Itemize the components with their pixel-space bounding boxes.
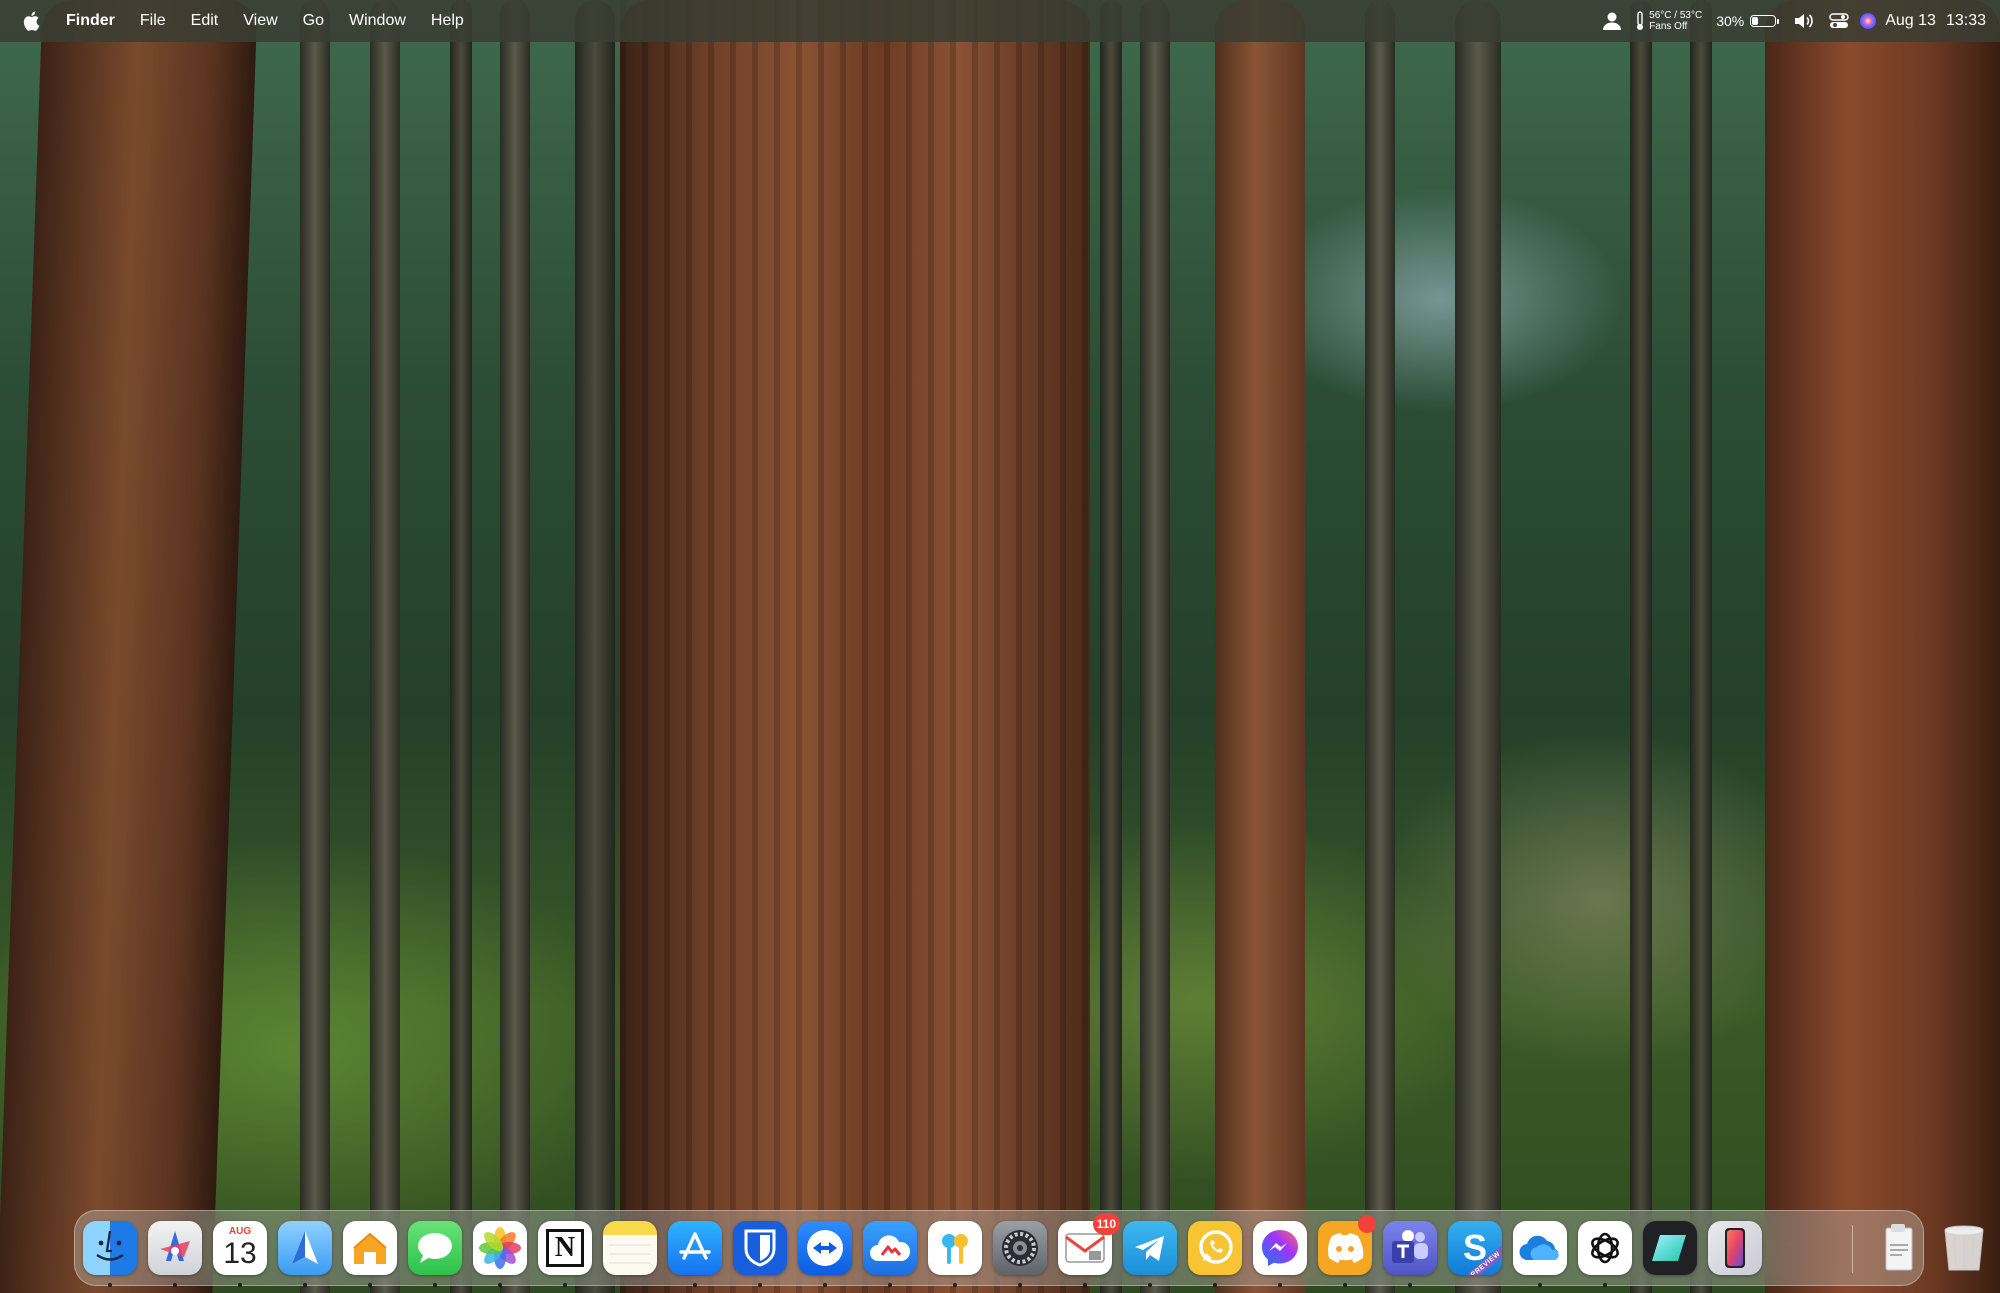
dock-home[interactable] [343, 1221, 397, 1287]
passwords-icon [942, 1234, 968, 1264]
desktop-wallpaper [0, 0, 2000, 1293]
dock-downloads-stack[interactable] [1872, 1221, 1926, 1275]
menu-help[interactable]: Help [431, 12, 464, 30]
user-silhouette-icon[interactable] [1601, 11, 1623, 31]
teams-icon [1392, 1230, 1428, 1263]
menu-app-name[interactable]: Finder [66, 12, 115, 30]
messenger-icon [1262, 1230, 1298, 1266]
battery-percent[interactable]: 30% [1716, 13, 1744, 29]
bitwarden-icon [744, 1229, 776, 1267]
wallpaper-tree [1100, 0, 1122, 1293]
dock-whatsapp[interactable] [1188, 1221, 1242, 1287]
thermometer-icon[interactable] [1635, 11, 1645, 31]
wallpaper-tree [575, 0, 615, 1293]
notion-icon: N [546, 1229, 584, 1267]
dock-messenger[interactable] [1253, 1221, 1307, 1287]
dock-passwords[interactable] [928, 1221, 982, 1287]
control-center-icon[interactable] [1829, 13, 1849, 29]
maps-icon [292, 1231, 318, 1264]
menu-time[interactable]: 13:33 [1946, 12, 1986, 30]
notes-icon [609, 1244, 651, 1264]
creative-cloud-icon [870, 1235, 911, 1261]
menu-date[interactable]: Aug 13 [1885, 12, 1936, 30]
menu-go[interactable]: Go [303, 12, 324, 30]
wallpaper-tree [500, 0, 530, 1293]
downloads-stack-icon [1885, 1224, 1913, 1271]
fan-status: Fans Off [1649, 21, 1688, 32]
notion-glyph: N [554, 1232, 576, 1263]
apple-menu-icon[interactable] [22, 11, 40, 31]
dock-launchpad[interactable] [148, 1221, 202, 1287]
wallpaper-tree [370, 0, 400, 1293]
wallpaper-tree [1690, 0, 1712, 1293]
onedrive-icon [1519, 1235, 1559, 1261]
launchpad-icon [160, 1231, 190, 1261]
dock-teamviewer[interactable] [798, 1221, 852, 1287]
photos-icon [479, 1227, 521, 1269]
wallpaper-tree-right [1765, 0, 2000, 1293]
trash-icon [1944, 1225, 1984, 1271]
wallpaper-tree-center [620, 0, 1090, 1293]
wallpaper-tree [450, 0, 472, 1293]
temperature-readout[interactable]: 56°C / 53°C Fans Off [1649, 10, 1702, 32]
mail-unread-badge: 110 [1092, 1213, 1120, 1235]
dock-trash[interactable] [1937, 1221, 1991, 1275]
dock-mail[interactable]: 110 [1058, 1213, 1120, 1287]
discord-icon [1328, 1233, 1364, 1263]
temperature-values: 56°C / 53°C [1649, 10, 1703, 21]
whatsapp-icon [1199, 1230, 1233, 1264]
wallpaper-tree [1140, 0, 1170, 1293]
teamviewer-icon [807, 1230, 843, 1266]
battery-icon[interactable] [1750, 15, 1780, 27]
wallpaper-tree-left [0, 0, 258, 1293]
dock-onedrive[interactable] [1513, 1221, 1567, 1287]
mail-icon [1065, 1233, 1105, 1263]
discord-notification-badge [1358, 1215, 1376, 1233]
dock-finder[interactable] [83, 1221, 137, 1287]
dock-microsoft-teams[interactable] [1383, 1221, 1437, 1287]
wallpaper-tree [1215, 0, 1305, 1293]
app-store-icon [679, 1232, 711, 1260]
dock-messages[interactable] [408, 1221, 462, 1287]
dock-linear[interactable] [1643, 1221, 1697, 1275]
menu-window[interactable]: Window [349, 12, 406, 30]
dock-telegram[interactable] [1123, 1221, 1177, 1287]
dock-maps[interactable] [278, 1221, 332, 1287]
dock-calendar[interactable]: AUG 13 [213, 1221, 267, 1287]
home-icon [353, 1232, 387, 1264]
dock: AUG 13 N 110 S PREVIEW [74, 1210, 1984, 1287]
menu-file[interactable]: File [140, 12, 166, 30]
linear-icon [1652, 1235, 1686, 1261]
system-settings-icon [1002, 1230, 1038, 1266]
wallpaper-tree [1455, 0, 1501, 1293]
menu-bar: Finder File Edit View Go Window Help 56°… [0, 0, 2000, 42]
wallpaper-tree [1630, 0, 1652, 1293]
calendar-icon: AUG 13 [223, 1226, 256, 1270]
dock-notion[interactable]: N [538, 1221, 592, 1287]
dock-chatgpt[interactable] [1578, 1221, 1632, 1287]
volume-icon[interactable] [1793, 12, 1815, 30]
wallpaper-tree [1365, 0, 1395, 1293]
messages-icon [418, 1233, 452, 1263]
chatgpt-icon [1591, 1232, 1619, 1264]
dock-bitwarden[interactable] [733, 1221, 787, 1287]
iphone-mirroring-icon [1725, 1228, 1745, 1268]
dock-skype-preview[interactable]: S PREVIEW [1448, 1221, 1502, 1275]
dock-notes[interactable] [603, 1221, 657, 1275]
menu-edit[interactable]: Edit [191, 12, 219, 30]
dock-app-store[interactable] [668, 1221, 722, 1287]
calendar-day: 13 [223, 1237, 257, 1270]
menu-view[interactable]: View [243, 12, 277, 30]
siri-icon[interactable] [1859, 12, 1877, 30]
dock-photos[interactable] [473, 1221, 527, 1287]
telegram-icon [1135, 1236, 1164, 1261]
dock-separator [1852, 1225, 1853, 1273]
dock-creative-cloud[interactable] [863, 1221, 917, 1287]
dock-system-settings[interactable] [993, 1221, 1047, 1287]
dock-discord[interactable] [1318, 1215, 1376, 1287]
finder-icon [96, 1230, 124, 1261]
dock-iphone-mirroring[interactable] [1708, 1221, 1762, 1275]
wallpaper-tree [300, 0, 330, 1293]
